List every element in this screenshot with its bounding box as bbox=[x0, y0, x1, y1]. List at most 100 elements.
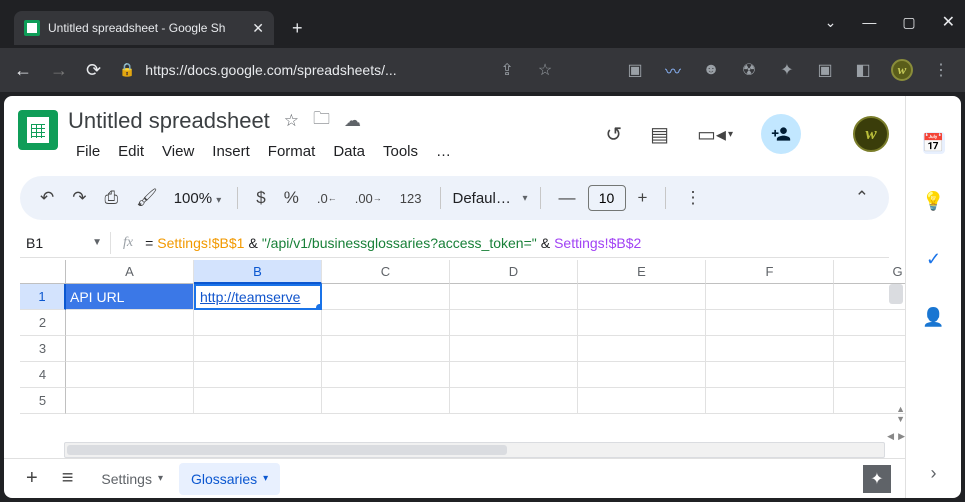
profile-badge[interactable]: w bbox=[891, 59, 913, 81]
row-header-1[interactable]: 1 bbox=[20, 284, 66, 310]
meet-icon[interactable]: ▭◂ ▾ bbox=[697, 122, 733, 147]
reader-icon[interactable]: ◧ bbox=[853, 60, 873, 80]
column-header-F[interactable]: F bbox=[706, 260, 834, 284]
cell-D3[interactable] bbox=[450, 336, 578, 362]
menu-edit[interactable]: Edit bbox=[110, 139, 152, 164]
cell-E5[interactable] bbox=[578, 388, 706, 414]
column-header-A[interactable]: A bbox=[66, 260, 194, 284]
cell-C3[interactable] bbox=[322, 336, 450, 362]
star-doc-icon[interactable]: ☆ bbox=[284, 111, 299, 131]
cell-C4[interactable] bbox=[322, 362, 450, 388]
more-formats-button[interactable]: 123 bbox=[394, 187, 428, 210]
menu-insert[interactable]: Insert bbox=[204, 139, 258, 164]
share-page-icon[interactable]: ⇪ bbox=[497, 60, 517, 80]
cell-G3[interactable] bbox=[834, 336, 905, 362]
row-header-4[interactable]: 4 bbox=[20, 362, 66, 388]
percent-button[interactable]: % bbox=[278, 184, 305, 212]
cell-B3[interactable] bbox=[194, 336, 322, 362]
cell-A2[interactable] bbox=[66, 310, 194, 336]
font-size-decrease[interactable]: — bbox=[553, 184, 582, 212]
share-button[interactable] bbox=[761, 114, 801, 154]
maximize-icon[interactable]: ▢ bbox=[902, 14, 915, 31]
row-header-5[interactable]: 5 bbox=[20, 388, 66, 414]
increase-decimal-button[interactable]: .00→ bbox=[349, 187, 388, 210]
cell-B2[interactable] bbox=[194, 310, 322, 336]
url-box[interactable]: 🔒 https://docs.google.com/spreadsheets/.… bbox=[119, 62, 479, 78]
menu-view[interactable]: View bbox=[154, 139, 202, 164]
browser-menu-icon[interactable]: ⋮ bbox=[931, 60, 951, 80]
history-icon[interactable]: ↺ bbox=[605, 122, 622, 147]
font-size-increase[interactable]: + bbox=[632, 184, 654, 212]
explore-button[interactable]: ✦ bbox=[863, 465, 891, 493]
cell-B5[interactable] bbox=[194, 388, 322, 414]
column-header-B[interactable]: B bbox=[194, 260, 322, 284]
column-header-G[interactable]: G bbox=[834, 260, 905, 284]
name-box[interactable]: B1 ▼ bbox=[20, 235, 110, 251]
zoom-select[interactable]: 100% ▾ bbox=[170, 190, 226, 207]
contacts-icon[interactable]: 👤 bbox=[923, 306, 945, 328]
all-sheets-button[interactable]: ≡ bbox=[54, 463, 82, 494]
menu-format[interactable]: Format bbox=[260, 139, 324, 164]
move-doc-icon[interactable]: 🗀 bbox=[313, 106, 330, 135]
undo-button[interactable]: ↶ bbox=[34, 184, 60, 212]
chevron-down-icon[interactable]: ⌄ bbox=[825, 14, 837, 31]
cell-G4[interactable] bbox=[834, 362, 905, 388]
sheet-tab-glossaries[interactable]: Glossaries▾ bbox=[179, 463, 280, 495]
cell-A5[interactable] bbox=[66, 388, 194, 414]
cell-F2[interactable] bbox=[706, 310, 834, 336]
extensions-icon[interactable]: ✦ bbox=[777, 60, 797, 80]
close-window-icon[interactable]: ✕ bbox=[942, 12, 955, 32]
cell-A4[interactable] bbox=[66, 362, 194, 388]
select-all-corner[interactable] bbox=[20, 260, 66, 284]
cell-G5[interactable] bbox=[834, 388, 905, 414]
cell-C2[interactable] bbox=[322, 310, 450, 336]
sheet-dropdown-icon[interactable]: ▾ bbox=[158, 473, 163, 484]
cell-D2[interactable] bbox=[450, 310, 578, 336]
reload-button[interactable]: ⟳ bbox=[86, 60, 101, 81]
sheets-logo[interactable] bbox=[18, 110, 58, 150]
collapse-toolbar-icon[interactable]: ⌃ bbox=[849, 184, 875, 212]
star-icon[interactable]: ☆ bbox=[535, 60, 555, 80]
cell-B4[interactable] bbox=[194, 362, 322, 388]
cell-C5[interactable] bbox=[322, 388, 450, 414]
print-button[interactable]: ⎙ bbox=[99, 184, 125, 212]
menu-…[interactable]: … bbox=[428, 139, 459, 164]
ext-radiation-icon[interactable]: ☢ bbox=[739, 60, 759, 80]
cell-F5[interactable] bbox=[706, 388, 834, 414]
ext-wave-icon[interactable]: 〰 bbox=[663, 60, 683, 80]
redo-button[interactable]: ↷ bbox=[66, 184, 92, 212]
cell-A1[interactable]: API URL bbox=[66, 284, 194, 310]
cell-E4[interactable] bbox=[578, 362, 706, 388]
font-size-input[interactable]: 10 bbox=[588, 185, 626, 211]
menu-file[interactable]: File bbox=[68, 139, 108, 164]
currency-button[interactable]: $ bbox=[250, 184, 271, 212]
column-header-C[interactable]: C bbox=[322, 260, 450, 284]
close-tab-icon[interactable]: ✕ bbox=[252, 20, 264, 37]
cloud-status-icon[interactable]: ☁ bbox=[344, 111, 361, 131]
cell-B1[interactable]: http://teamserve bbox=[194, 284, 322, 310]
cell-C1[interactable] bbox=[322, 284, 450, 310]
minimize-icon[interactable]: — bbox=[862, 14, 876, 30]
column-header-E[interactable]: E bbox=[578, 260, 706, 284]
ext-square-icon[interactable]: ▣ bbox=[815, 60, 835, 80]
cell-E3[interactable] bbox=[578, 336, 706, 362]
name-box-dropdown-icon[interactable]: ▼ bbox=[92, 237, 102, 248]
horizontal-scrollbar[interactable] bbox=[64, 442, 885, 458]
cell-D4[interactable] bbox=[450, 362, 578, 388]
back-button[interactable]: ← bbox=[14, 60, 32, 81]
calendar-icon[interactable]: 📅 bbox=[923, 132, 945, 154]
formula-input[interactable]: =Settings!$B$1 & "/api/v1/businessglossa… bbox=[145, 235, 641, 251]
cell-F4[interactable] bbox=[706, 362, 834, 388]
decrease-decimal-button[interactable]: .0← bbox=[311, 187, 343, 210]
ext-face-icon[interactable]: ☻ bbox=[701, 60, 721, 80]
add-sheet-button[interactable]: + bbox=[18, 463, 46, 494]
cell-F3[interactable] bbox=[706, 336, 834, 362]
font-select[interactable]: Defaul… bbox=[453, 190, 517, 207]
cell-F1[interactable] bbox=[706, 284, 834, 310]
row-header-2[interactable]: 2 bbox=[20, 310, 66, 336]
sheet-tab-settings[interactable]: Settings▾ bbox=[89, 463, 175, 495]
side-panel-toggle-icon[interactable]: › bbox=[923, 462, 945, 484]
vertical-scrollbar[interactable] bbox=[889, 284, 903, 304]
comments-icon[interactable]: ▤ bbox=[650, 122, 669, 147]
menu-data[interactable]: Data bbox=[325, 139, 373, 164]
